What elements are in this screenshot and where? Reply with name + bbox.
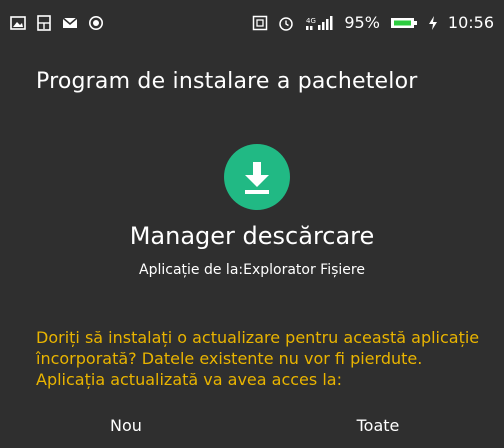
usb-icon (36, 15, 52, 31)
alarm-icon (278, 15, 294, 31)
signal-icon: 4G (304, 15, 334, 31)
network-label: 4G (306, 17, 316, 25)
image-icon (10, 15, 26, 31)
app-name: Manager descărcare (129, 222, 375, 250)
page-title: Program de instalare a pachetelor (36, 69, 418, 94)
app-source: Aplicație de la:Explorator Fișiere (139, 262, 365, 278)
mail-icon (62, 15, 78, 31)
clock: 10:56 (447, 13, 494, 32)
status-right-icons: 4G 95% 10:56 (252, 15, 494, 31)
download-icon (245, 162, 269, 194)
charging-icon (428, 15, 438, 31)
nfc-icon (252, 15, 268, 31)
status-left-icons (10, 15, 104, 31)
tab-new[interactable]: Nou (0, 408, 252, 448)
install-question: Doriți să instalați o actualizare pentru… (36, 328, 480, 389)
battery-icon (390, 15, 418, 31)
tab-all[interactable]: Toate (252, 408, 504, 448)
record-icon (88, 15, 104, 31)
app-icon (224, 144, 290, 210)
permission-tabs: Nou Toate (0, 408, 504, 448)
battery-percent: 95% (344, 13, 380, 32)
installer-screen: 4G 95% 10:56 Program de instalare a pach… (0, 0, 504, 448)
status-bar: 4G 95% 10:56 (0, 0, 504, 46)
